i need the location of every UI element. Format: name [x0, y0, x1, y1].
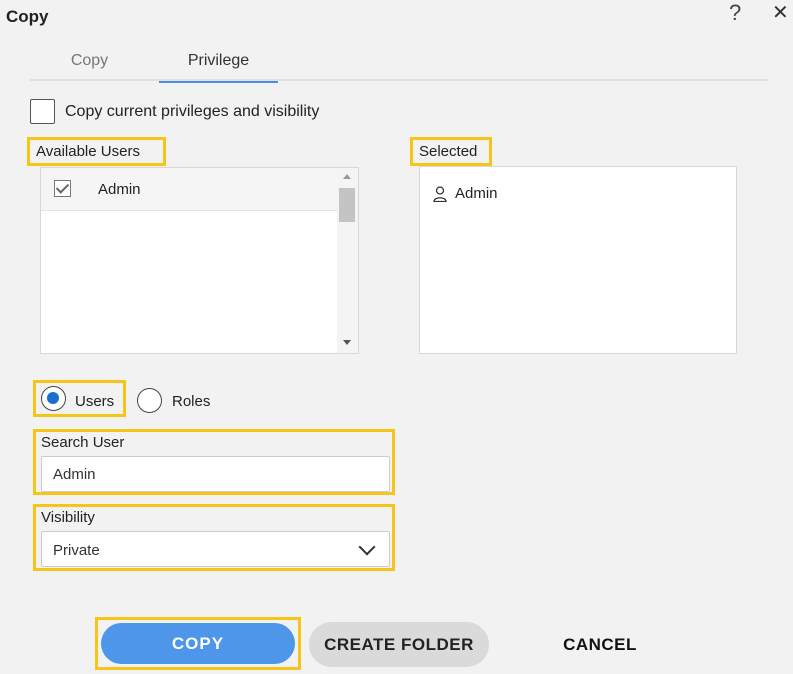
- scroll-up-icon[interactable]: [343, 174, 351, 179]
- selected-item-label: Admin: [455, 185, 498, 202]
- selected-users-list: Admin: [419, 166, 737, 354]
- list-item[interactable]: Admin: [41, 168, 337, 211]
- tab-privilege[interactable]: Privilege: [159, 40, 278, 83]
- close-icon[interactable]: ✕: [772, 1, 789, 25]
- scroll-thumb[interactable]: [339, 188, 355, 222]
- copy-button[interactable]: COPY: [101, 623, 295, 664]
- list-item-label: Admin: [98, 181, 141, 198]
- search-user-label: Search User: [41, 434, 125, 451]
- users-radio-label: Users: [75, 393, 115, 410]
- search-user-input[interactable]: [42, 457, 389, 491]
- available-users-label: Available Users: [27, 137, 166, 166]
- help-icon[interactable]: ?: [729, 1, 741, 25]
- roles-radio-label: Roles: [172, 393, 211, 410]
- visibility-value: Private: [53, 542, 100, 559]
- visibility-section: Visibility Private: [33, 504, 395, 571]
- visibility-select[interactable]: Private: [41, 531, 390, 567]
- roles-radio[interactable]: [137, 388, 162, 413]
- scrollbar[interactable]: [337, 168, 358, 353]
- dialog-title: Copy: [6, 7, 49, 26]
- users-radio-group: Users: [33, 380, 126, 417]
- create-folder-button[interactable]: CREATE FOLDER: [309, 622, 489, 667]
- copy-privileges-checkbox[interactable]: [30, 99, 55, 124]
- scroll-down-icon[interactable]: [343, 340, 351, 345]
- copy-button-frame: COPY: [95, 617, 301, 670]
- tab-copy[interactable]: Copy: [30, 40, 149, 81]
- available-users-list: Admin: [40, 167, 359, 354]
- cancel-button[interactable]: CANCEL: [540, 622, 660, 667]
- selected-label: Selected: [410, 137, 492, 166]
- visibility-label: Visibility: [41, 509, 95, 526]
- checkbox-checked-icon[interactable]: [54, 180, 71, 197]
- chevron-down-icon: [358, 538, 376, 556]
- copy-privileges-label: Copy current privileges and visibility: [65, 103, 320, 120]
- tab-bar: Copy Privilege: [30, 40, 768, 83]
- users-radio[interactable]: [41, 386, 66, 411]
- person-icon: [433, 186, 447, 202]
- search-user-section: Search User: [33, 429, 395, 495]
- search-user-field: [41, 456, 390, 492]
